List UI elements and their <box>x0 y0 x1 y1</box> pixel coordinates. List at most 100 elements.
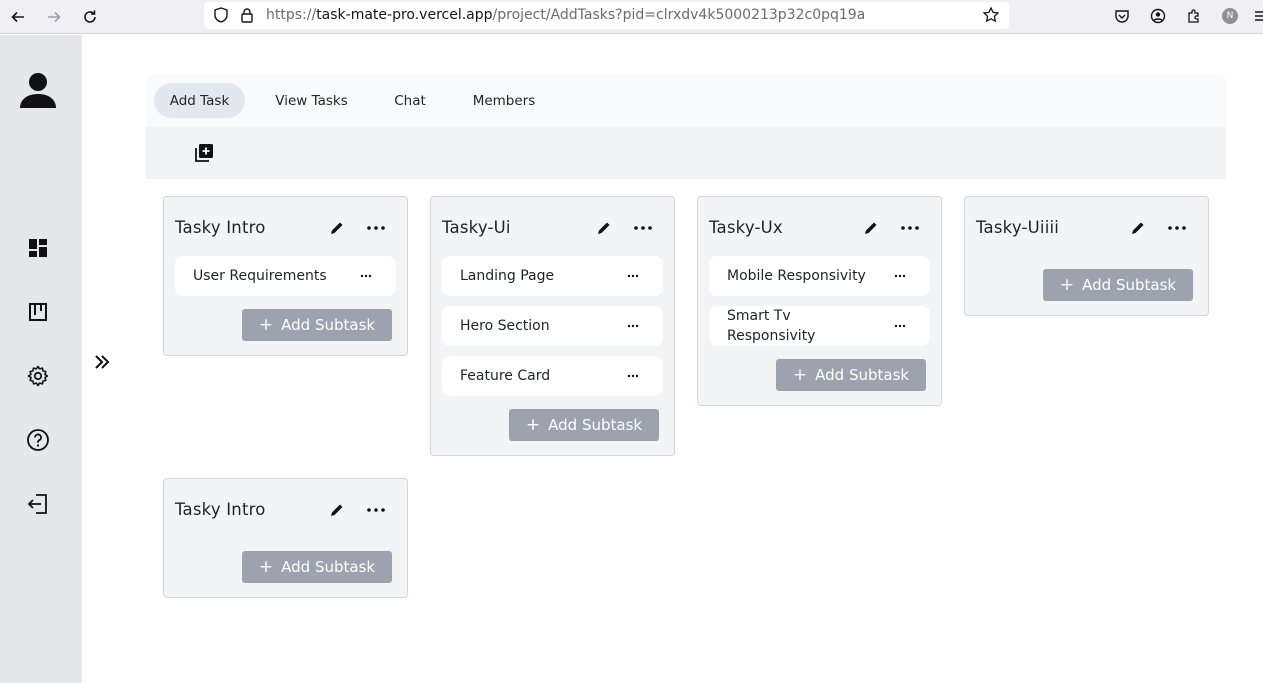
task-column: Tasky Intro + Add Subtask <box>163 478 408 598</box>
task-column: Tasky-Ux Mobile Responsivity Smart Tv Re… <box>697 196 942 406</box>
column-title: Tasky-Uiiii <box>976 218 1060 237</box>
subtask-more-icon[interactable] <box>626 321 640 331</box>
subtask-item[interactable]: Hero Section <box>442 306 663 346</box>
add-column-icon <box>195 144 213 162</box>
browser-toolbar: https://task-mate-pro.vercel.app/project… <box>0 0 1263 34</box>
subtask-item[interactable]: Feature Card <box>442 356 663 396</box>
url-scheme: https:// <box>266 7 317 23</box>
subtask-item[interactable]: Mobile Responsivity <box>709 256 930 296</box>
back-button[interactable] <box>7 6 29 28</box>
kanban-icon <box>29 303 47 321</box>
lock-icon[interactable] <box>238 6 256 24</box>
expand-sidebar-button[interactable] <box>92 352 114 374</box>
tab-add-task[interactable]: Add Task <box>154 83 245 118</box>
subtask-label: Landing Page <box>460 268 555 284</box>
reload-button[interactable] <box>79 6 101 28</box>
add-subtask-button[interactable]: + Add Subtask <box>776 359 926 391</box>
edit-icon[interactable] <box>595 219 613 237</box>
plus-icon: + <box>258 556 274 577</box>
sidebar-item-dashboard[interactable] <box>25 235 51 261</box>
arrow-right-icon <box>48 11 61 23</box>
puzzle-icon <box>1188 9 1199 23</box>
add-subtask-button[interactable]: + Add Subtask <box>242 309 392 341</box>
column-title: Tasky-Ux <box>709 218 783 237</box>
subtask-label: Smart Tv Responsivity <box>727 308 816 344</box>
hamburger-icon <box>1255 11 1263 21</box>
profile-button[interactable]: N <box>1220 6 1240 26</box>
more-horizontal-icon[interactable] <box>365 219 387 237</box>
subtask-item[interactable]: Smart Tv Responsivity <box>709 306 930 346</box>
subtask-label: Feature Card <box>460 368 551 384</box>
profile-avatar: N <box>1222 8 1238 24</box>
column-title: Tasky Intro <box>175 500 266 519</box>
edit-icon[interactable] <box>862 219 880 237</box>
sidebar-item-logout[interactable] <box>25 491 51 517</box>
task-column: Tasky Intro User Requirements + Add Subt… <box>163 196 408 356</box>
tab-chat[interactable]: Chat <box>378 83 442 118</box>
add-subtask-button[interactable]: + Add Subtask <box>509 409 659 441</box>
add-subtask-button[interactable]: + Add Subtask <box>1043 269 1193 301</box>
edit-icon[interactable] <box>1129 219 1147 237</box>
board-toolbar <box>146 127 1226 179</box>
arrow-left-icon <box>11 11 24 23</box>
more-horizontal-icon[interactable] <box>365 501 387 519</box>
subtask-more-icon[interactable] <box>893 271 907 281</box>
sidebar <box>0 35 82 683</box>
url-bar[interactable]: https://task-mate-pro.vercel.app/project… <box>204 2 1009 29</box>
add-column-button[interactable] <box>194 143 214 163</box>
add-subtask-label: Add Subtask <box>1082 276 1177 294</box>
more-horizontal-icon[interactable] <box>1166 219 1188 237</box>
subtask-item[interactable]: Landing Page <box>442 256 663 296</box>
add-subtask-label: Add Subtask <box>815 366 910 384</box>
subtask-label: User Requirements <box>193 268 327 284</box>
plus-icon: + <box>525 414 541 435</box>
shield-icon[interactable] <box>212 6 230 24</box>
more-horizontal-icon[interactable] <box>632 219 654 237</box>
task-column: Tasky-Ui Landing Page Hero Section Featu… <box>430 196 675 456</box>
edit-icon[interactable] <box>328 501 346 519</box>
add-subtask-label: Add Subtask <box>281 558 376 576</box>
subtask-more-icon[interactable] <box>626 271 640 281</box>
sidebar-item-help[interactable] <box>25 427 51 453</box>
add-subtask-button[interactable]: + Add Subtask <box>242 551 392 583</box>
double-chevron-right-icon <box>95 355 110 369</box>
url-text[interactable]: https://task-mate-pro.vercel.app/project… <box>266 7 865 23</box>
star-icon[interactable] <box>982 6 1000 24</box>
subtask-more-icon[interactable] <box>626 371 640 381</box>
plus-icon: + <box>792 364 808 385</box>
dashboard-icon <box>29 239 47 257</box>
menu-button[interactable] <box>1250 6 1263 26</box>
subtask-more-icon[interactable] <box>893 321 907 331</box>
plus-icon: + <box>258 314 274 335</box>
subtask-label: Mobile Responsivity <box>727 268 866 284</box>
project-tabs: Add Task View Tasks Chat Members <box>146 75 1226 127</box>
logout-icon <box>27 494 47 514</box>
sidebar-item-settings[interactable] <box>25 363 51 389</box>
column-title: Tasky Intro <box>175 218 266 237</box>
reload-icon <box>84 10 96 23</box>
tab-members[interactable]: Members <box>458 83 550 118</box>
tab-view-tasks[interactable]: View Tasks <box>261 83 362 118</box>
pocket-button[interactable] <box>1112 6 1132 26</box>
subtask-item[interactable]: User Requirements <box>175 256 396 296</box>
sidebar-item-board[interactable] <box>25 299 51 325</box>
subtask-more-icon[interactable] <box>359 271 373 281</box>
url-path: /project/AddTasks?pid=clrxdv4k5000213p32… <box>492 7 866 23</box>
help-icon <box>27 429 49 451</box>
more-horizontal-icon[interactable] <box>899 219 921 237</box>
forward-button[interactable] <box>43 6 65 28</box>
plus-icon: + <box>1059 274 1075 295</box>
column-title: Tasky-Ui <box>442 218 511 237</box>
user-icon <box>20 73 56 108</box>
pocket-icon <box>1115 10 1129 23</box>
add-subtask-label: Add Subtask <box>281 316 376 334</box>
url-host: task-mate-pro.vercel.app <box>316 7 493 23</box>
task-column: Tasky-Uiiii + Add Subtask <box>964 196 1209 316</box>
extensions-button[interactable] <box>1184 6 1204 26</box>
subtask-label: Hero Section <box>460 318 550 334</box>
edit-icon[interactable] <box>328 219 346 237</box>
account-button[interactable] <box>1148 6 1168 26</box>
add-subtask-label: Add Subtask <box>548 416 643 434</box>
profile-link[interactable] <box>19 70 57 110</box>
account-icon <box>1150 8 1166 24</box>
